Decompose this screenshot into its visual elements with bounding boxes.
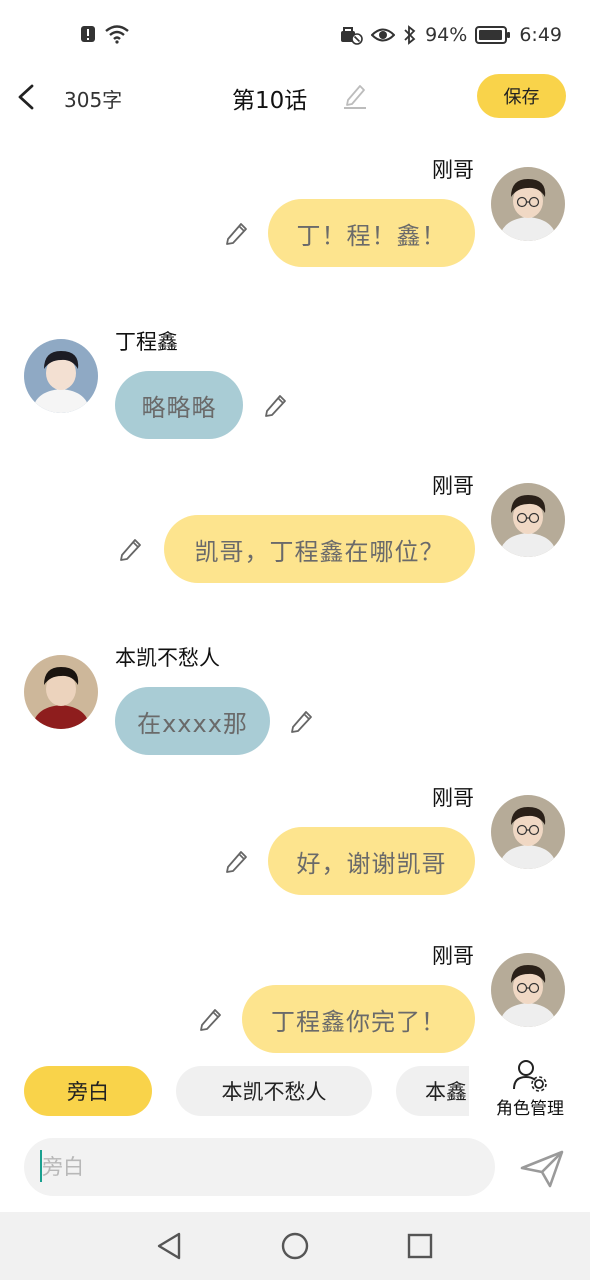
chat-message: 刚哥凯哥，丁程鑫在哪位？ [0,456,590,596]
nav-back-icon[interactable] [153,1230,185,1262]
vpn-icon [339,25,363,45]
save-button[interactable]: 保存 [477,74,566,118]
message-bubble[interactable]: 凯哥，丁程鑫在哪位？ [164,515,475,583]
nav-recents-icon[interactable] [404,1230,436,1262]
edit-message-pencil-icon[interactable] [224,220,250,246]
chat-message: 丁程鑫 略略略 [0,296,590,439]
avatar[interactable] [491,483,565,557]
alert-icon [80,25,96,43]
edit-message-pencil-icon[interactable] [289,708,315,734]
avatar[interactable] [24,655,98,729]
sender-name: 刚哥 [432,944,474,968]
avatar[interactable] [24,339,98,413]
avatar[interactable] [491,795,565,869]
chat-list[interactable]: 刚哥 丁！程！鑫！ 丁程鑫 略略略 刚哥 凯哥，丁程鑫在哪位？ 本凯不愁人 在xxxx那 刚哥好… [0,140,590,1060]
send-icon[interactable] [518,1144,566,1192]
role-chip[interactable]: 旁白 [24,1066,152,1116]
role-management-button[interactable]: 角色管理 [490,1058,570,1122]
role-settings-icon [512,1058,548,1092]
battery-icon [475,25,511,45]
text-cursor [40,1150,42,1182]
sender-name: 刚哥 [432,158,474,182]
bluetooth-icon [403,25,417,45]
role-chip[interactable]: 本鑫 [396,1066,469,1116]
edit-title-pencil-icon[interactable] [342,82,368,110]
input-row [0,1138,590,1198]
nav-home-icon[interactable] [279,1230,311,1262]
chat-message: 刚哥丁程鑫你完了！ [0,926,590,1060]
avatar[interactable] [491,953,565,1027]
eye-icon [371,26,396,44]
chat-message: 刚哥丁！程！鑫！ [0,140,590,280]
role-management-label: 角色管理 [496,1099,564,1119]
sender-name: 刚哥 [432,474,474,498]
avatar[interactable] [491,167,565,241]
message-bubble[interactable]: 好，谢谢凯哥 [268,827,475,895]
status-bar: 94% 6:49 [0,0,590,72]
sender-name: 刚哥 [432,786,474,810]
message-bubble[interactable]: 丁程鑫你完了！ [242,985,475,1053]
system-nav-bar [0,1212,590,1280]
message-bubble[interactable]: 丁！程！鑫！ [268,199,475,267]
message-bubble[interactable]: 略略略 [115,371,243,439]
edit-message-pencil-icon[interactable] [198,1006,224,1032]
role-chip[interactable]: 本凯不愁人 [176,1066,372,1116]
clock: 6:49 [519,24,562,46]
chat-message: 刚哥好，谢谢凯哥 [0,768,590,908]
edit-message-pencil-icon[interactable] [263,392,289,418]
word-count: 305字 [64,88,123,112]
episode-title: 第10话 [232,88,308,114]
sender-name: 丁程鑫 [115,330,178,354]
battery-percent: 94% [425,24,468,46]
dialogue-input[interactable] [24,1138,495,1196]
message-bubble[interactable]: 在xxxx那 [115,687,270,755]
chat-message: 本凯不愁人在xxxx那 [0,612,590,755]
edit-message-pencil-icon[interactable] [224,848,250,874]
back-icon[interactable] [12,78,42,116]
editor-header: 305字 第10话 保存 [0,72,590,122]
wifi-icon [104,24,130,44]
role-chip-row[interactable]: 旁白 本凯不愁人 本鑫 [24,1066,469,1118]
role-selector: 旁白 本凯不愁人 本鑫 角色管理 [0,1060,590,1122]
sender-name: 本凯不愁人 [115,646,220,670]
edit-message-pencil-icon[interactable] [118,536,144,562]
